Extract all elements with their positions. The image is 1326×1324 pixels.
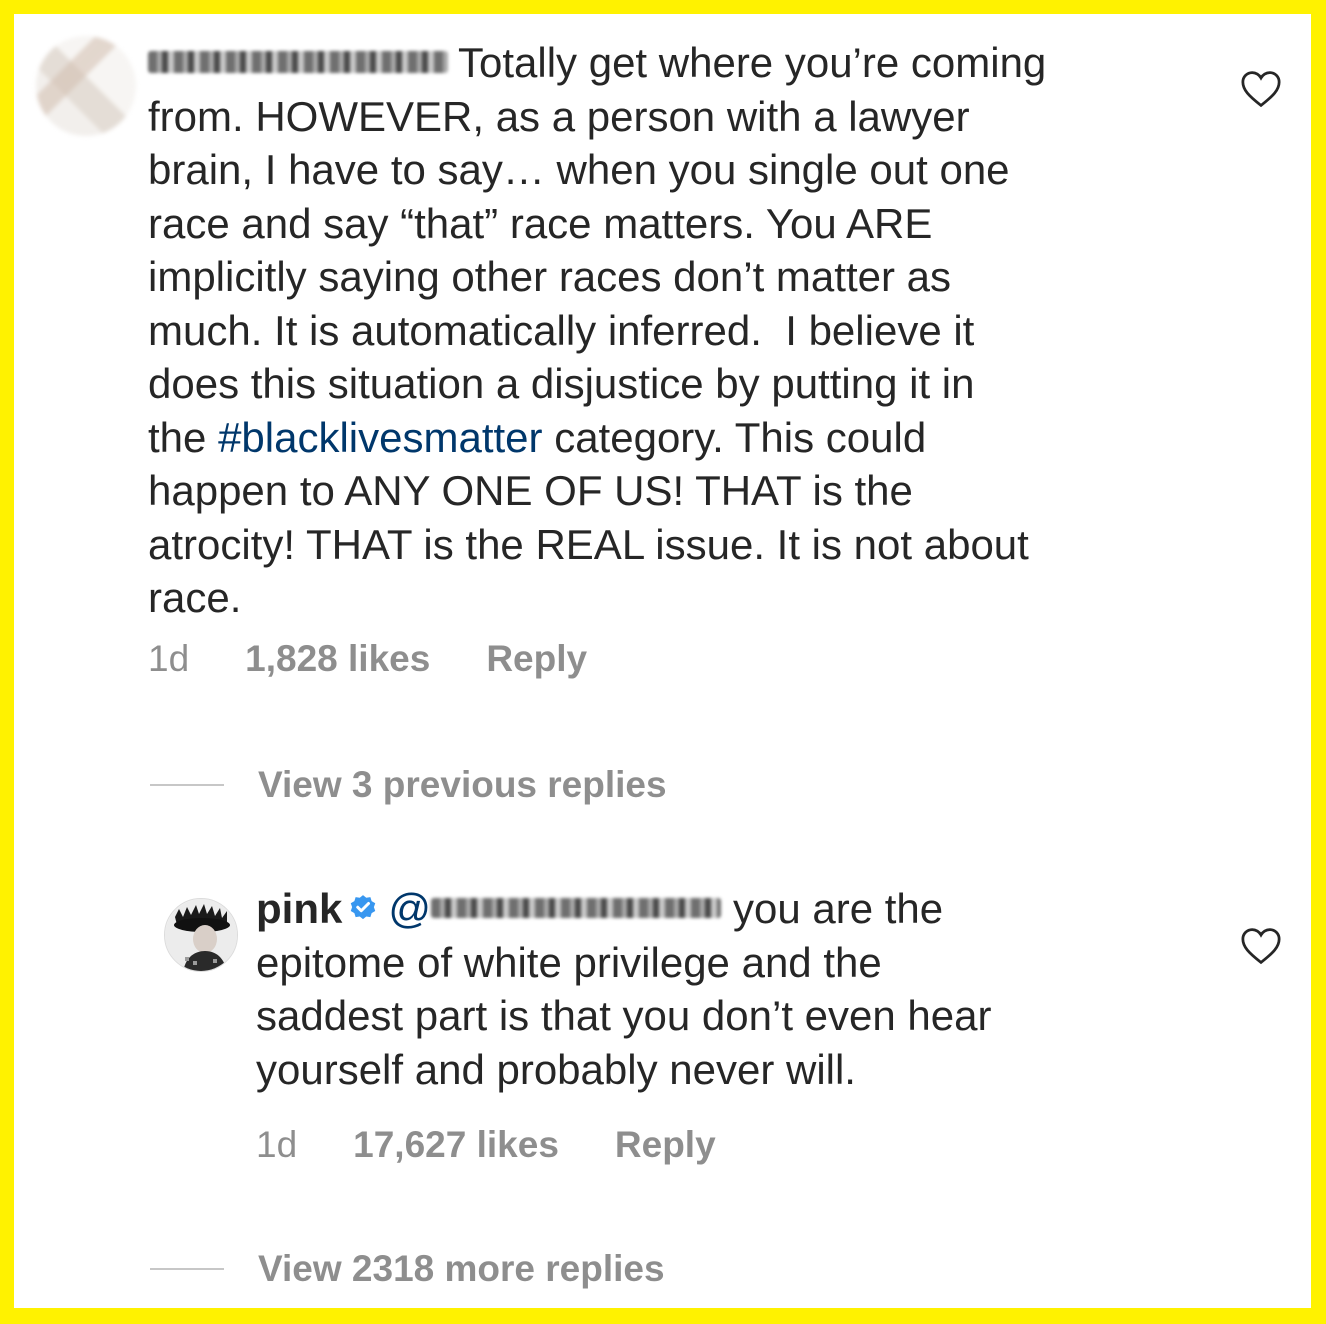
comment-1-likes[interactable]: 1,828 likes bbox=[245, 638, 430, 680]
yellow-frame: Totally get where you’re coming from. HO… bbox=[0, 0, 1326, 1324]
view-previous-label[interactable]: View 3 previous replies bbox=[258, 764, 667, 806]
username-pink[interactable]: pink bbox=[256, 885, 342, 932]
comment-2-time: 1d bbox=[256, 1124, 298, 1165]
mention-link[interactable]: @ bbox=[388, 885, 733, 932]
view-more-label[interactable]: View 2318 more replies bbox=[258, 1248, 665, 1290]
comment-2-text: epitome of white privilege and the sadde… bbox=[256, 938, 992, 1093]
comment-2-likes[interactable]: 17,627 likes bbox=[353, 1124, 559, 1166]
comment-2-meta: 1d 17,627 likes Reply bbox=[256, 1124, 716, 1166]
blurred-username[interactable] bbox=[148, 50, 448, 73]
pink-avatar[interactable] bbox=[164, 898, 238, 972]
comment-1-meta: 1d 1,828 likes Reply bbox=[148, 638, 587, 680]
heart-outline-icon-2[interactable] bbox=[1240, 927, 1282, 965]
comment-1-reply-button[interactable]: Reply bbox=[486, 638, 587, 680]
avatar-image bbox=[165, 899, 237, 971]
comment-1-body: Totally get where you’re coming from. HO… bbox=[148, 36, 1208, 625]
comment-1-time: 1d bbox=[148, 638, 190, 679]
divider-line bbox=[150, 784, 224, 786]
hashtag-link[interactable]: #blacklivesmatter bbox=[218, 414, 542, 461]
comment-2-text-first: you are the bbox=[732, 885, 944, 932]
view-previous-replies[interactable]: View 3 previous replies bbox=[150, 764, 667, 806]
comment-2-reply-button[interactable]: Reply bbox=[615, 1124, 716, 1166]
verified-badge-icon bbox=[351, 895, 376, 920]
comment-1-text: Totally get where you’re coming from. HO… bbox=[148, 39, 1047, 461]
mention-at: @ bbox=[388, 885, 431, 932]
heart-outline-icon[interactable] bbox=[1240, 70, 1282, 108]
comment-2-body: pink @ you are the epitome of white privile… bbox=[256, 882, 1176, 1096]
commenter-avatar[interactable] bbox=[36, 36, 136, 136]
divider-line-2 bbox=[150, 1268, 224, 1270]
blurred-mention bbox=[430, 897, 721, 918]
view-more-replies[interactable]: View 2318 more replies bbox=[150, 1248, 665, 1290]
